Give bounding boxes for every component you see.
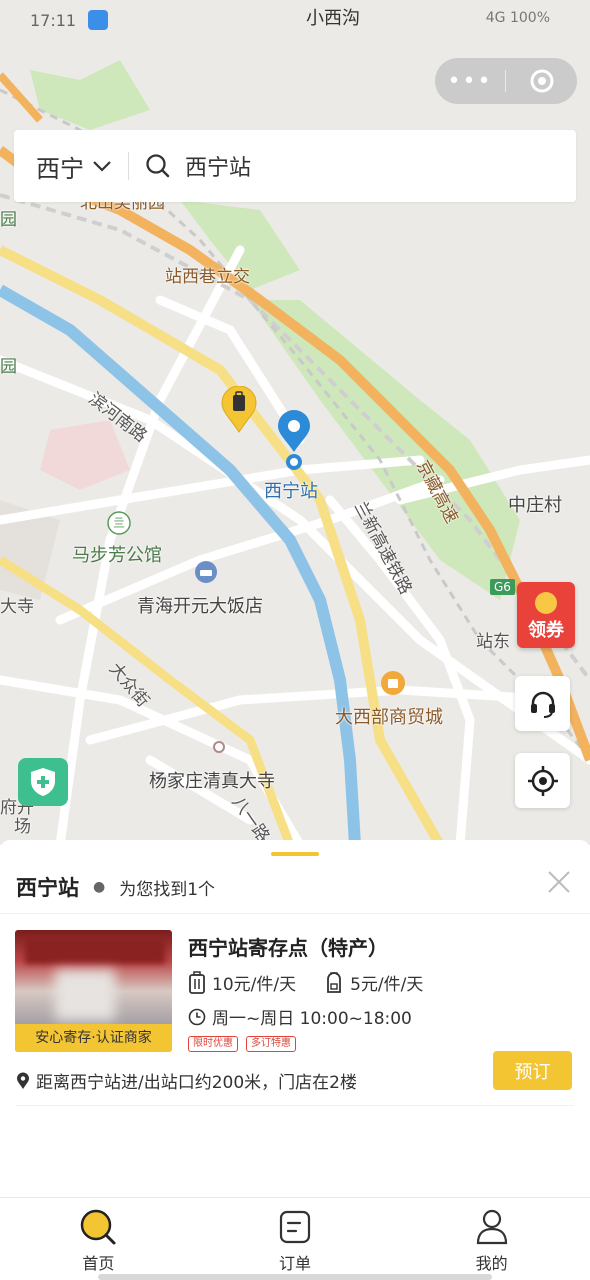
close-miniprogram-button[interactable] [506,68,577,94]
distance-info: 距离西宁站进/出站口约200米，门店在2楼 [16,1068,357,1093]
map-label: 大西部商贸城 [335,707,443,728]
sheet-drag-handle[interactable] [271,852,319,856]
map-label: 站西巷立交 [165,267,250,287]
price-small-text: 5元/件/天 [350,975,424,995]
tab-profile[interactable]: 我的 [393,1198,590,1280]
divider [0,913,590,914]
target-circle-icon [530,69,553,93]
price-small-luggage: 5元/件/天 [324,970,423,995]
results-title: 西宁站 [16,876,79,900]
shield-plus-icon [31,768,55,796]
opening-hours: 周一~周日 10:00~18:00 [188,1004,412,1029]
headset-icon [530,691,555,718]
map-label: 马步芳公馆 [72,545,162,566]
book-button[interactable]: 预订 [493,1051,572,1090]
map-label: 园 [0,210,17,230]
results-count: 为您找到1个 [119,879,216,900]
status-bar: 17:11 小西沟 4G 100% [0,0,590,40]
customer-service-button[interactable] [515,676,570,731]
safety-shield-button[interactable] [18,758,68,806]
backpack-icon [327,971,341,993]
map-label: 中庄村 [508,495,562,516]
bottom-tab-bar: 首页 订单 我的 [0,1197,590,1280]
crosshair-icon [527,765,558,796]
home-indicator [98,1274,492,1280]
search-icon [145,153,171,179]
city-label: 西宁 [36,154,84,183]
map-label: 青海开元大饭店 [137,596,263,617]
hotel-poi-icon[interactable] [194,560,218,584]
search-query: 西宁站 [185,156,252,181]
search-home-icon [81,1209,116,1245]
tab-home[interactable]: 首页 [0,1198,197,1280]
map-label: 场 [14,817,31,837]
more-menu-button[interactable]: ••• [435,69,505,94]
chevron-down-icon [93,161,111,172]
shop-photo[interactable]: 安心寄存·认证商家 [15,930,172,1052]
price-large-luggage: 10元/件/天 [188,970,296,995]
promo-tags: 限时优惠 多订特惠 [188,1036,296,1052]
storage-marker-icon[interactable] [220,386,258,434]
tab-label: 首页 [82,1254,115,1273]
locate-me-button[interactable] [515,753,570,808]
city-selector[interactable]: 西宁 [14,149,128,184]
tab-label: 我的 [475,1254,508,1273]
highway-shield: G6 [490,579,515,595]
close-sheet-icon[interactable] [545,868,573,896]
status-location-label: 小西沟 [306,8,360,29]
suitcase-icon [189,970,205,994]
status-indicators: 4G 100% [485,10,550,26]
map-label: 园 [0,357,17,377]
status-time: 17:11 [30,10,77,30]
clock-icon [188,1008,206,1025]
miniprogram-capsule[interactable]: ••• [435,58,577,104]
search-bar: 西宁 西宁站 [14,130,576,202]
price-large-text: 10元/件/天 [212,975,297,995]
hours-text: 周一~周日 10:00~18:00 [212,1009,412,1029]
tab-orders[interactable]: 订单 [197,1198,394,1280]
results-header: 西宁站 ● 为您找到1个 [16,872,215,902]
tab-label: 订单 [279,1254,312,1273]
divider [16,1105,574,1106]
promo-tag: 限时优惠 [188,1036,238,1052]
shop-name[interactable]: 西宁站寄存点（特产） [188,932,388,961]
coupon-button[interactable]: 领券 [517,582,575,648]
map-view[interactable]: 北山美丽园 站西巷立交 滨河南路 西宁站 马步芳公馆 青海开元大饭店 大众街 杨… [0,0,590,845]
poi-dot-icon[interactable] [212,740,226,754]
map-label: 站东 [476,632,510,652]
user-icon [476,1209,507,1245]
map-label: 大寺 [0,597,34,617]
coin-icon [535,592,557,614]
order-icon [279,1210,311,1244]
app-notification-icon [88,10,109,30]
results-sheet: 西宁站 ● 为您找到1个 安心寄存·认证商家 西宁站寄存点（特产） 10元/件/… [0,840,590,1196]
price-row: 10元/件/天 5元/件/天 [188,970,451,995]
search-input[interactable]: 西宁站 [129,150,251,182]
map-label: 杨家庄清真大寺 [149,771,275,792]
location-pin-icon[interactable] [276,408,312,472]
mosque-poi-icon[interactable]: 亖 [107,511,131,535]
coupon-label: 领券 [528,620,564,641]
svg-text:亖: 亖 [113,516,125,530]
promo-tag: 多订特惠 [246,1036,296,1052]
separator-dot: ● [93,879,106,895]
certified-badge: 安心寄存·认证商家 [15,1024,172,1052]
map-label: 西宁站 [264,481,318,502]
mall-poi-icon[interactable] [380,670,406,696]
location-pin-small-icon [17,1072,29,1089]
distance-text: 距离西宁站进/出站口约200米，门店在2楼 [36,1073,357,1093]
